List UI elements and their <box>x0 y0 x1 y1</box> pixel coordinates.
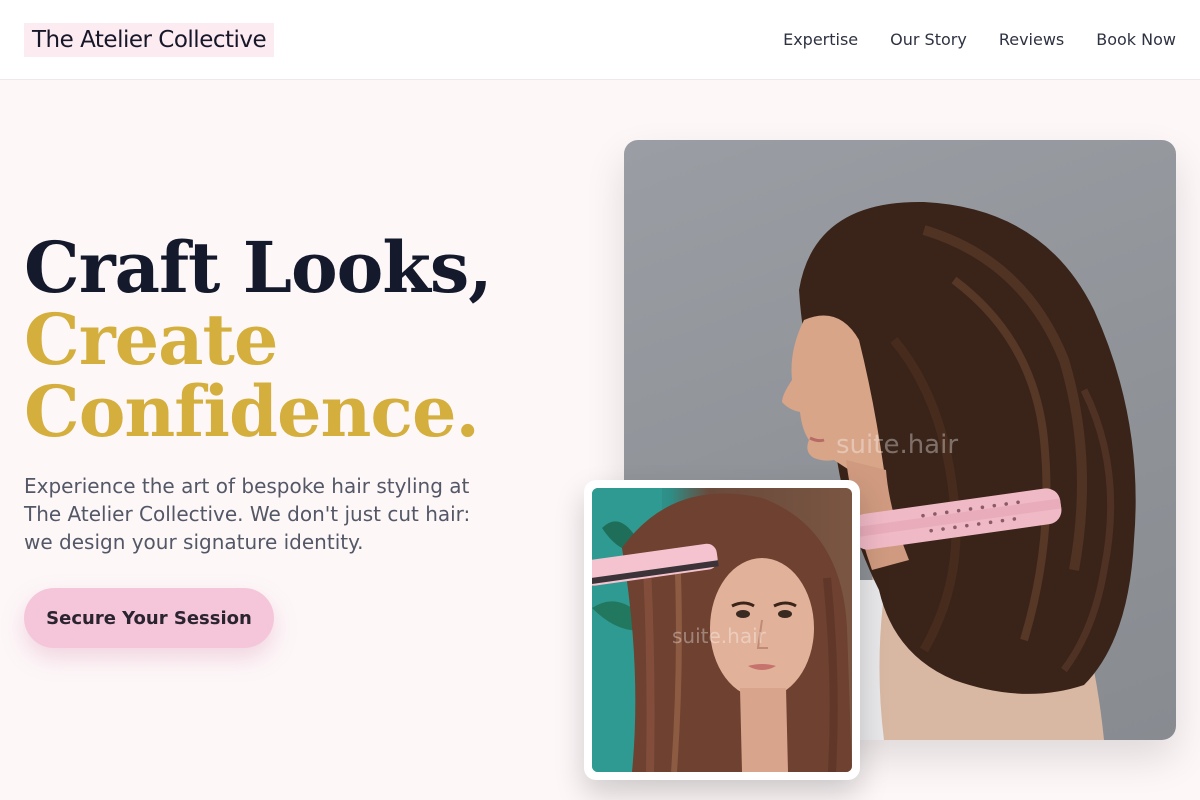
hero-subtitle: Experience the art of bespoke hair styli… <box>24 474 471 554</box>
hero-title-line1: Craft Looks, <box>24 226 493 309</box>
hero-title-line3: Confidence. <box>24 370 480 453</box>
site-header: The Atelier Collective Expertise Our Sto… <box>0 0 1200 80</box>
nav-item-expertise[interactable]: Expertise <box>783 30 858 49</box>
secure-session-button[interactable]: Secure Your Session <box>24 588 274 648</box>
hero-photo-inset: suite.hair <box>584 480 860 780</box>
main-nav: Expertise Our Story Reviews Book Now <box>783 30 1176 49</box>
nav-item-our-story[interactable]: Our Story <box>890 30 967 49</box>
hero-title-line2: Create <box>24 298 278 381</box>
inset-photo-frame: suite.hair <box>592 488 852 772</box>
nav-item-reviews[interactable]: Reviews <box>999 30 1064 49</box>
hero-title: Craft Looks, Create Confidence. <box>24 226 493 453</box>
straightening-illustration <box>592 488 852 772</box>
nav-item-book-now[interactable]: Book Now <box>1096 30 1176 49</box>
site-logo[interactable]: The Atelier Collective <box>24 22 275 57</box>
